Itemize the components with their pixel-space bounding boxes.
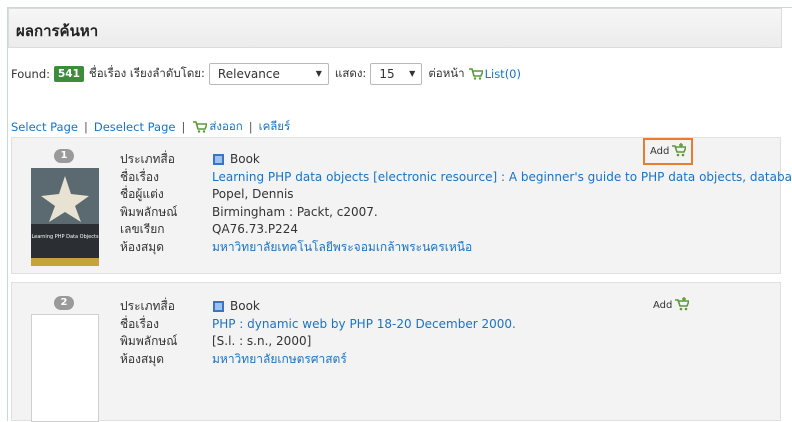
type-text: Book xyxy=(230,152,260,166)
call-number-value: QA76.73.P224 xyxy=(212,222,298,236)
show-label: แสดง: xyxy=(334,66,367,80)
label-imprint: พิมพลักษณ์ xyxy=(120,204,178,219)
book-cover-placeholder[interactable] xyxy=(31,314,99,422)
title-link[interactable]: PHP : dynamic web by PHP 18-20 December … xyxy=(212,316,516,334)
label-library: ห้องสมุด xyxy=(120,239,165,254)
book-cover-image[interactable]: Learning PHP Data Objects xyxy=(31,168,99,266)
dropdown-arrow-icon: ▼ xyxy=(315,69,322,78)
type-value: Book xyxy=(212,151,792,169)
per-page-select[interactable]: 15 ▼ xyxy=(370,63,423,85)
separator: | xyxy=(181,120,186,134)
results-header: ผลการค้นหา xyxy=(8,8,782,48)
deselect-page-link[interactable]: Deselect Page xyxy=(94,120,176,134)
cover-title: Learning PHP Data Objects xyxy=(31,234,98,240)
sort-select-value: Relevance xyxy=(217,67,280,81)
selection-actions: Select Page | Deselect Page | ส่งออก | เ… xyxy=(11,118,290,136)
book-icon xyxy=(212,300,225,313)
list-link[interactable]: List(0) xyxy=(485,67,521,81)
label-type: ประเภทสื่อ xyxy=(120,299,175,313)
result-item: 2 ประเภทสื่อ ชื่อเรื่อง พิมพลักษณ์ ห้องส… xyxy=(11,282,781,422)
found-label: Found: xyxy=(11,67,50,81)
field-labels: ประเภทสื่อ ชื่อเรื่อง ชื่อผู้แต่ง พิมพลั… xyxy=(120,151,177,256)
select-page-link[interactable]: Select Page xyxy=(11,120,78,134)
imprint-value: [S.l. : s.n., 2000] xyxy=(212,334,312,348)
book-icon xyxy=(212,153,225,166)
title-link[interactable]: Learning PHP data objects [electronic re… xyxy=(212,169,792,187)
label-call-number: เลขเรียก xyxy=(120,222,165,236)
separator: | xyxy=(248,120,253,134)
separator: | xyxy=(83,120,88,134)
sort-select[interactable]: Relevance ▼ xyxy=(208,63,329,85)
label-type: ประเภทสื่อ xyxy=(120,152,175,166)
per-page-value: 15 xyxy=(379,67,395,81)
label-author: ชื่อผู้แต่ง xyxy=(120,187,164,201)
label-title: ชื่อเรื่อง xyxy=(120,169,159,184)
result-number: 1 xyxy=(54,149,74,163)
label-title: ชื่อเรื่อง xyxy=(120,316,159,331)
library-link[interactable]: มหาวิทยาลัยเกษตรศาสตร์ xyxy=(212,351,516,369)
search-summary-bar: Found: 541 ชื่อเรื่อง เรียงลำดับโดย: Rel… xyxy=(11,62,521,86)
type-text: Book xyxy=(230,299,260,313)
imprint-value: Birmingham : Packt, c2007. xyxy=(212,204,378,219)
field-labels: ประเภทสื่อ ชื่อเรื่อง พิมพลักษณ์ ห้องสมุ… xyxy=(120,298,177,368)
sort-label: ชื่อเรื่อง เรียงลำดับโดย: xyxy=(88,66,205,80)
add-cart-icon xyxy=(672,143,688,160)
cart-icon xyxy=(468,68,484,80)
found-count-badge: 541 xyxy=(54,66,84,82)
add-to-list-button[interactable]: Add xyxy=(653,297,691,314)
cart-icon xyxy=(193,121,209,133)
add-cart-icon xyxy=(675,297,691,314)
label-library: ห้องสมุด xyxy=(120,351,165,366)
add-label: Add xyxy=(653,300,673,311)
page-title: ผลการค้นหา xyxy=(16,22,99,40)
per-page-label: ต่อหน้า xyxy=(428,66,465,80)
label-imprint: พิมพลักษณ์ xyxy=(120,334,178,348)
type-value: Book xyxy=(212,298,516,316)
clear-link[interactable]: เคลียร์ xyxy=(259,118,291,136)
result-number: 2 xyxy=(54,296,74,310)
author-value: Popel, Dennis xyxy=(212,187,294,201)
export-link[interactable]: ส่งออก xyxy=(209,118,242,136)
field-values: Book Learning PHP data objects [electron… xyxy=(212,151,792,256)
dropdown-arrow-icon: ▼ xyxy=(409,69,416,78)
result-item: 1 Learning PHP Data Objects ประเภทสื่อ ช… xyxy=(11,137,792,274)
add-to-list-button[interactable]: Add xyxy=(643,138,694,165)
field-values: Book PHP : dynamic web by PHP 18-20 Dece… xyxy=(212,298,516,368)
add-label: Add xyxy=(650,146,670,157)
library-link[interactable]: มหาวิทยาลัยเทคโนโลยีพระจอมเกล้าพระนครเหน… xyxy=(212,239,792,257)
